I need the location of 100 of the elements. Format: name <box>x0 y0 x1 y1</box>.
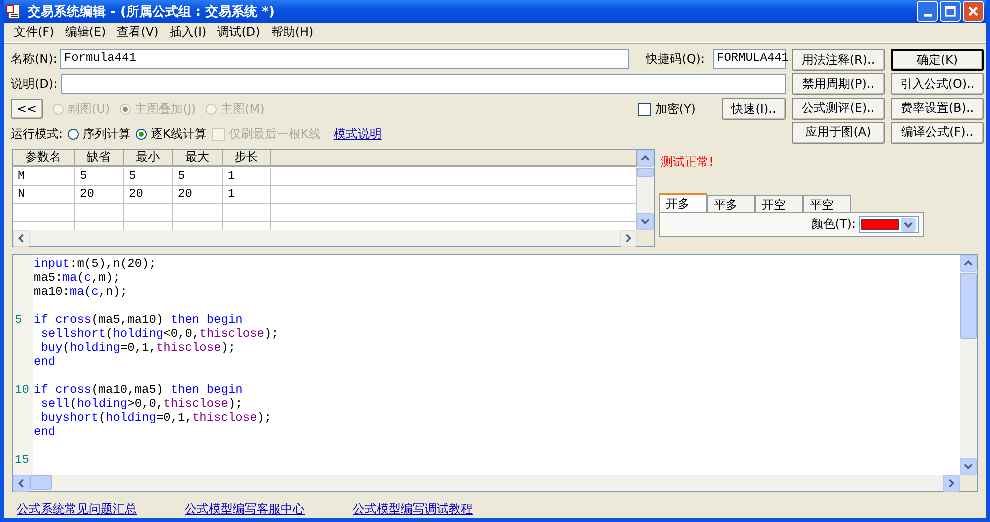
action-button[interactable]: 公式测评(E).. <box>792 98 885 120</box>
menu-item[interactable]: 查看(V) <box>113 24 166 41</box>
code-line: sell(holding>0,0,thisclose); <box>40 397 244 411</box>
table-cell: 5 <box>75 168 124 186</box>
radio-button[interactable] <box>68 128 80 140</box>
action-button[interactable]: 禁用周期(P).. <box>792 73 885 96</box>
test-status: 测试正常! <box>660 154 715 171</box>
menu-item[interactable]: 插入(I) <box>166 24 214 41</box>
collapse-button[interactable]: << <box>11 99 43 119</box>
radio-label: 副图(U) <box>68 100 110 118</box>
table-cell: 20 <box>173 186 223 204</box>
code-line: end <box>33 425 57 439</box>
line-number: 15 <box>14 453 30 467</box>
color-label: 颜色(T): <box>811 216 856 233</box>
tab[interactable]: 开多 <box>659 193 707 212</box>
scrollbar-corner <box>960 475 977 491</box>
scroll-right-button[interactable] <box>620 230 637 247</box>
code-line: buyshort(holding=0,1,thisclose); <box>40 411 273 425</box>
chevron-right-icon <box>947 479 956 488</box>
help-link[interactable]: 公式模型编写调试教程 <box>353 501 473 518</box>
tab[interactable]: 平空 <box>803 195 851 212</box>
action-button[interactable]: 引入公式(O).. <box>891 73 984 96</box>
table-cell: 5 <box>173 168 223 186</box>
chevron-left-icon <box>17 234 26 243</box>
radio-label: 主图叠加(J) <box>135 100 196 118</box>
field-label: 快捷码(Q): <box>646 50 705 68</box>
code-line: end <box>33 355 57 369</box>
chevron-down-icon <box>641 217 650 226</box>
description-field[interactable] <box>60 74 786 94</box>
minimize-icon <box>924 14 932 17</box>
ok-button[interactable]: 确定(K) <box>891 49 984 71</box>
table-cell: N <box>13 186 75 204</box>
tab[interactable]: 开空 <box>755 195 803 212</box>
checkbox-label: 加密(Y) <box>655 100 696 118</box>
field-label: 名称(N): <box>11 50 58 68</box>
column-header: 步长 <box>223 150 271 167</box>
scroll-up-button[interactable] <box>960 255 977 272</box>
radio-label: 逐K线计算 <box>151 126 207 142</box>
field-label: 说明(D): <box>11 76 58 92</box>
hotkey-field[interactable]: FORMULA441 <box>713 49 786 69</box>
column-header: 最大 <box>173 150 223 167</box>
close-button[interactable] <box>963 1 984 22</box>
maximize-button[interactable] <box>940 1 961 22</box>
scroll-up-button[interactable] <box>637 150 654 167</box>
action-button[interactable]: 用法注释(R).. <box>792 49 885 71</box>
run-mode-label: 运行模式: <box>11 126 64 142</box>
maximize-icon <box>944 5 957 18</box>
help-link[interactable]: 公式模型编写客服中心 <box>185 501 305 518</box>
code-line: if cross(ma10,ma5) then begin <box>33 383 244 397</box>
action-button[interactable]: 编译公式(F).. <box>891 122 984 144</box>
help-link[interactable]: 公式系统常见问题汇总 <box>17 501 137 518</box>
code-line: sellshort(holding<0,0,thisclose); <box>40 327 280 341</box>
chevron-right-icon <box>624 234 633 243</box>
table-cell: 20 <box>75 186 124 204</box>
name-field[interactable]: Formula441 <box>60 49 630 69</box>
radio-button[interactable] <box>136 128 148 140</box>
scroll-thumb[interactable] <box>960 273 977 339</box>
scrollbar-corner <box>637 230 654 246</box>
mode-help-link[interactable]: 模式说明 <box>334 126 382 142</box>
code-line: ma5:ma(c,m); <box>33 271 122 285</box>
chevron-left-icon <box>17 479 26 488</box>
scroll-left-button[interactable] <box>13 475 30 492</box>
table-cell: M <box>13 168 75 186</box>
code-line: input:m(5),n(20); <box>33 257 158 271</box>
table-cell: 20 <box>124 186 173 204</box>
checkbox[interactable] <box>638 102 652 116</box>
scroll-left-button[interactable] <box>13 230 30 247</box>
color-dropdown[interactable] <box>859 216 919 233</box>
table-cell: 1 <box>223 186 271 204</box>
action-button[interactable]: 费率设置(B).. <box>891 98 984 120</box>
code-line: ma10:ma(c,n); <box>33 285 129 299</box>
action-button[interactable]: 应用于图(A) <box>792 122 885 144</box>
line-number: 5 <box>14 313 24 327</box>
chevron-up-icon <box>964 259 973 268</box>
chevron-up-icon <box>641 154 650 163</box>
table-cell: 5 <box>124 168 173 186</box>
checkbox-label: 仅刷最后一根K线 <box>228 126 321 142</box>
code-line: buy(holding=0,1,thisclose); <box>40 341 237 355</box>
scroll-thumb[interactable] <box>637 168 654 177</box>
menu-item[interactable]: 文件(F) <box>10 24 62 41</box>
scroll-right-button[interactable] <box>943 475 960 492</box>
menu-item[interactable]: 帮助(H) <box>267 24 321 41</box>
radio-label: 序列计算 <box>83 126 132 142</box>
scroll-down-button[interactable] <box>637 213 654 230</box>
column-header: 最小 <box>124 150 173 167</box>
tab[interactable]: 平多 <box>707 195 755 212</box>
scroll-down-button[interactable] <box>960 458 977 475</box>
column-header: 缺省 <box>75 150 124 167</box>
menu-item[interactable]: 调试(D) <box>214 24 268 41</box>
table-cell: 1 <box>223 168 271 186</box>
line-number: 10 <box>14 383 30 397</box>
chevron-down-icon <box>964 462 973 471</box>
code-editor[interactable] <box>12 254 978 492</box>
document-icon <box>6 4 22 20</box>
minimize-button[interactable] <box>917 1 938 22</box>
scroll-thumb[interactable] <box>30 475 52 490</box>
fast-button[interactable]: 快速(I).. <box>722 98 786 120</box>
menu-item[interactable]: 编辑(E) <box>61 24 114 41</box>
radio-label: 主图(M) <box>221 100 265 118</box>
close-icon <box>967 5 980 18</box>
